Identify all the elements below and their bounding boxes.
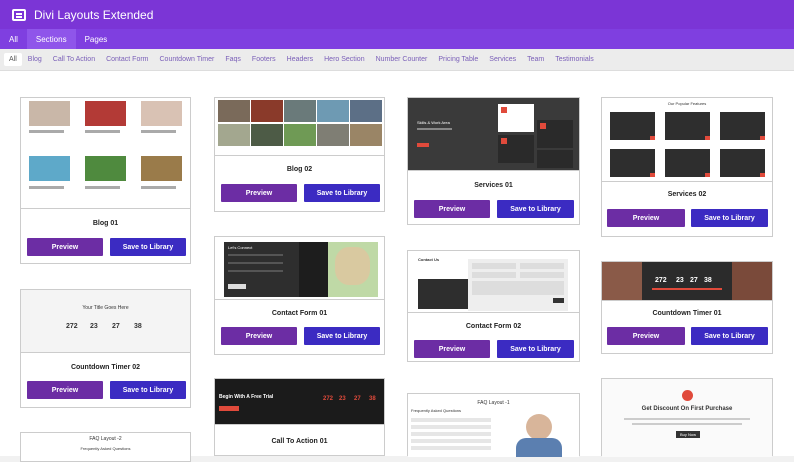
save-to-library-button[interactable]: Save to Library — [497, 340, 574, 358]
countdown-hours: 23 — [676, 277, 684, 284]
tab-sections[interactable]: Sections — [26, 29, 76, 49]
layout-thumbnail[interactable]: Your Title Goes Here 272 23 27 38 — [21, 290, 190, 353]
layout-thumbnail[interactable] — [215, 98, 384, 156]
layout-thumbnail[interactable]: Begin With A Free Trial 272 23 27 38 — [215, 379, 384, 425]
preview-button[interactable]: Preview — [414, 340, 490, 358]
card-title: Call To Action 01 — [271, 438, 328, 445]
card-title: Blog 02 — [286, 166, 313, 173]
filter-testimonials[interactable]: Testimonials — [550, 53, 599, 66]
app-header: Divi Layouts Extended — [0, 0, 794, 29]
services-heading: Our Popular Features — [667, 101, 707, 106]
filter-contact-form[interactable]: Contact Form — [101, 53, 153, 66]
preview-button[interactable]: Preview — [27, 381, 103, 399]
cta-hours: 23 — [339, 396, 346, 402]
layout-thumbnail[interactable]: Contact Us — [408, 251, 579, 313]
discount-heading: Get Discount On First Purchase — [641, 406, 733, 412]
preview-button[interactable]: Preview — [221, 184, 297, 202]
filter-pricing-table[interactable]: Pricing Table — [433, 53, 483, 66]
layout-card-services-01: Skills & Work Area Services 01 Preview S… — [407, 97, 580, 225]
layout-card-discount: Get Discount On First Purchase Buy Now — [601, 378, 773, 457]
tab-all[interactable]: All — [0, 29, 27, 49]
countdown-seconds: 38 — [134, 323, 142, 330]
card-title: Contact Form 02 — [465, 323, 522, 330]
cta-heading: Begin With A Free Trial — [219, 394, 274, 400]
buy-now-button: Buy Now — [676, 431, 701, 438]
countdown-hours: 23 — [90, 323, 98, 330]
filter-number-counter[interactable]: Number Counter — [371, 53, 433, 66]
layout-card-contact-form-01: Let's Connect Contact Form 01 Preview Sa… — [214, 236, 385, 355]
layout-card-faq-layout-1: FAQ Layout -1 Frequently Asked Questions — [407, 393, 580, 457]
layout-card-countdown-timer-01: 272 23 27 38 Countdown Timer 01 Preview … — [601, 261, 773, 354]
card-title: Services 02 — [667, 191, 707, 198]
layout-thumbnail[interactable]: Get Discount On First Purchase Buy Now — [602, 379, 772, 457]
filter-blog[interactable]: Blog — [23, 53, 47, 66]
contact-heading: Contact Us — [418, 257, 440, 262]
cta-seconds: 38 — [369, 396, 376, 402]
card-title: Countdown Timer 02 — [70, 364, 141, 371]
filter-services[interactable]: Services — [484, 53, 521, 66]
countdown-minutes: 27 — [690, 277, 698, 284]
filter-all[interactable]: All — [4, 53, 22, 66]
countdown-days: 272 — [66, 323, 78, 330]
cta-days: 272 — [323, 396, 334, 402]
preview-button[interactable]: Preview — [414, 200, 490, 218]
layout-card-countdown-timer-02: Your Title Goes Here 272 23 27 38 Countd… — [20, 289, 191, 408]
faq-heading: FAQ Layout -1 — [477, 400, 510, 406]
faq-subheading: Frequently Asked Questions — [411, 408, 462, 413]
preview-button[interactable]: Preview — [607, 327, 685, 345]
app-title: Divi Layouts Extended — [34, 7, 154, 22]
layout-thumbnail[interactable]: FAQ Layout -1 Frequently Asked Questions — [408, 394, 579, 457]
contact-heading: Let's Connect — [228, 245, 253, 250]
filter-hero-section[interactable]: Hero Section — [319, 53, 369, 66]
main-tabs: All Sections Pages — [0, 29, 794, 49]
layout-thumbnail[interactable] — [21, 98, 190, 209]
layout-card-blog-01: Blog 01 Preview Save to Library — [20, 97, 191, 264]
card-title: Contact Form 01 — [271, 310, 328, 317]
countdown-seconds: 38 — [704, 277, 712, 284]
layout-card-faq-layout-2: FAQ Layout -2 Frequently Asked Questions — [20, 432, 191, 462]
services-heading: Skills & Work Area — [417, 120, 450, 125]
countdown-days: 272 — [655, 277, 667, 284]
countdown-minutes: 27 — [112, 323, 120, 330]
save-to-library-button[interactable]: Save to Library — [691, 327, 768, 345]
tab-pages[interactable]: Pages — [76, 29, 117, 49]
layout-icon — [12, 8, 26, 21]
layout-thumbnail[interactable]: 272 23 27 38 — [602, 262, 772, 301]
preview-button[interactable]: Preview — [27, 238, 103, 256]
card-title: Countdown Timer 01 — [652, 310, 722, 317]
layout-card-call-to-action-01: Begin With A Free Trial 272 23 27 38 Cal… — [214, 378, 385, 456]
layout-grid: Blog 01 Preview Save to Library Your Tit… — [0, 71, 794, 462]
preview-button[interactable]: Preview — [221, 327, 297, 345]
filter-countdown-timer[interactable]: Countdown Timer — [155, 53, 220, 66]
layout-card-services-02: Our Popular Features Services 02 Preview… — [601, 97, 773, 237]
cta-minutes: 27 — [354, 396, 361, 402]
faq-subheading: Frequently Asked Questions — [80, 446, 131, 451]
save-to-library-button[interactable]: Save to Library — [110, 381, 186, 399]
faq-heading: FAQ Layout -2 — [89, 436, 122, 442]
filter-team[interactable]: Team — [522, 53, 549, 66]
save-to-library-button[interactable]: Save to Library — [497, 200, 574, 218]
layout-thumbnail[interactable]: Our Popular Features — [602, 98, 772, 182]
filter-headers[interactable]: Headers — [282, 53, 318, 66]
preview-button[interactable]: Preview — [607, 209, 685, 227]
layout-thumbnail[interactable]: FAQ Layout -2 Frequently Asked Questions — [21, 433, 190, 457]
layout-thumbnail[interactable]: Let's Connect — [215, 237, 384, 300]
save-to-library-button[interactable]: Save to Library — [691, 209, 768, 227]
play-icon — [682, 390, 693, 401]
layout-card-blog-02: Blog 02 Preview Save to Library — [214, 97, 385, 212]
save-to-library-button[interactable]: Save to Library — [304, 327, 380, 345]
save-to-library-button[interactable]: Save to Library — [110, 238, 186, 256]
category-filter-bar: All Blog Call To Action Contact Form Cou… — [0, 49, 794, 71]
save-to-library-button[interactable]: Save to Library — [304, 184, 380, 202]
layout-card-contact-form-02: Contact Us Contact Form 02 Preview Save … — [407, 250, 580, 362]
countdown-heading: Your Title Goes Here — [82, 305, 129, 311]
card-title: Blog 01 — [92, 220, 119, 227]
filter-call-to-action[interactable]: Call To Action — [48, 53, 100, 66]
layout-thumbnail[interactable]: Skills & Work Area — [408, 98, 579, 171]
filter-footers[interactable]: Footers — [247, 53, 281, 66]
filter-faqs[interactable]: Faqs — [220, 53, 246, 66]
card-title: Services 01 — [474, 182, 513, 189]
